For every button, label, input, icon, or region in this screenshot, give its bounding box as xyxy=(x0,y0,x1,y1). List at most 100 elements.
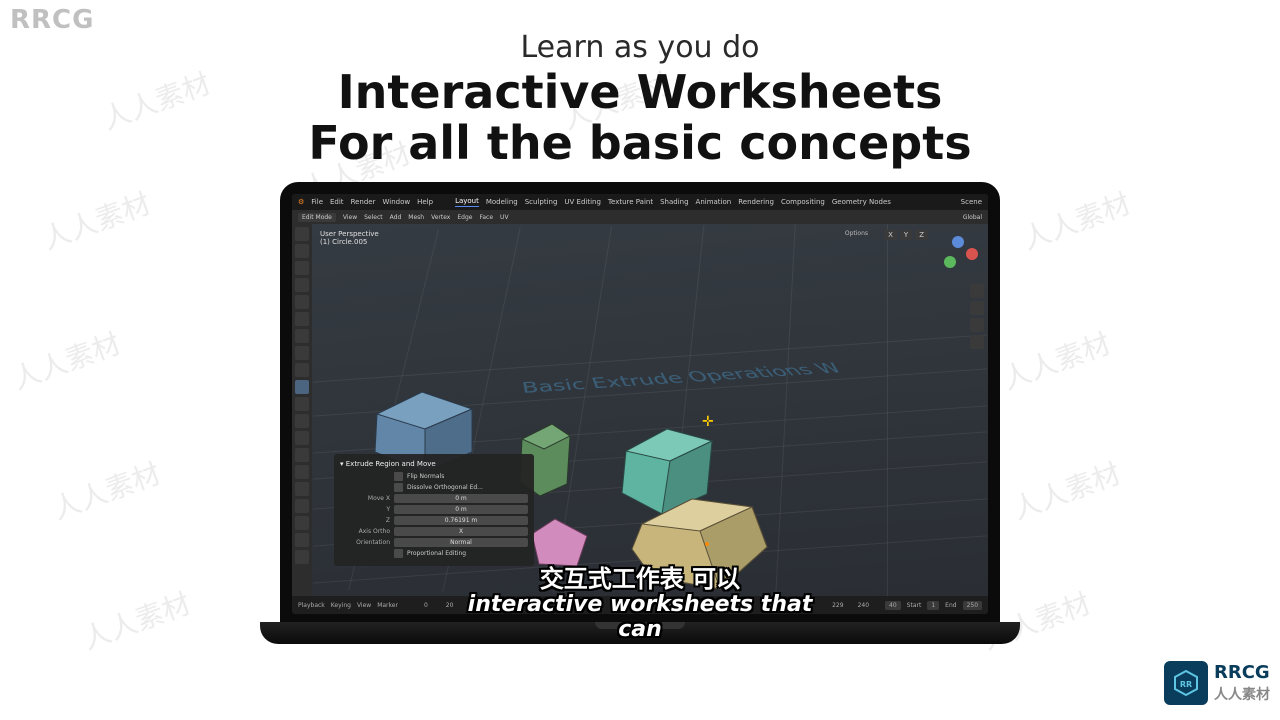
perspective-icon[interactable] xyxy=(970,335,984,349)
laptop-mockup: ⚙ File Edit Render Window Help Layout Mo… xyxy=(280,182,1000,644)
workspace-texpaint[interactable]: Texture Paint xyxy=(608,198,653,206)
tool-shrink-icon[interactable] xyxy=(295,533,309,547)
3d-cursor-icon: ✛ xyxy=(702,414,714,430)
viewport-options[interactable]: Options xyxy=(845,230,868,237)
tool-select-icon[interactable] xyxy=(295,227,309,241)
tool-smooth-icon[interactable] xyxy=(295,499,309,513)
viewport-axis-toggle[interactable]: X Y Z xyxy=(884,230,928,240)
header-add[interactable]: Add xyxy=(390,214,402,221)
timeline-marker[interactable]: Marker xyxy=(377,602,398,609)
dissolve-label: Dissolve Orthogonal Ed... xyxy=(407,484,483,491)
tool-knife-icon[interactable] xyxy=(295,448,309,462)
header-select[interactable]: Select xyxy=(364,214,383,221)
title-line-1: Interactive Worksheets xyxy=(338,67,943,118)
tool-scale-icon[interactable] xyxy=(295,295,309,309)
timeline-playback[interactable]: Playback xyxy=(298,602,325,609)
menu-help[interactable]: Help xyxy=(417,198,433,206)
timeline-tick: 20 xyxy=(446,602,454,609)
axis-z[interactable]: Z xyxy=(915,230,928,240)
tool-annotate-icon[interactable] xyxy=(295,329,309,343)
workspace-compositing[interactable]: Compositing xyxy=(781,198,825,206)
axis-y[interactable]: Y xyxy=(900,230,912,240)
menu-edit[interactable]: Edit xyxy=(330,198,344,206)
timeline-keying[interactable]: Keying xyxy=(331,602,351,609)
workspace-uv[interactable]: UV Editing xyxy=(564,198,601,206)
main-content: Learn as you do Interactive Worksheets F… xyxy=(0,0,1280,720)
timeline-tick: 0 xyxy=(424,602,428,609)
workspace-modeling[interactable]: Modeling xyxy=(486,198,518,206)
camera-icon[interactable] xyxy=(970,318,984,332)
header-view[interactable]: View xyxy=(343,214,357,221)
viewport-label: User Perspective (1) Circle.005 xyxy=(320,230,379,246)
video-subtitle: 交互式工作表 可以 interactive worksheets that ca… xyxy=(460,559,820,642)
workspace-sculpting[interactable]: Sculpting xyxy=(525,198,558,206)
menu-file[interactable]: File xyxy=(311,198,323,206)
timeline-view[interactable]: View xyxy=(357,602,371,609)
workspace-shading[interactable]: Shading xyxy=(660,198,688,206)
proportional-label: Proportional Editing xyxy=(407,550,466,557)
viewport-label-line1: User Perspective xyxy=(320,230,379,238)
orientation-label: Orientation xyxy=(340,539,390,546)
tool-polybuild-icon[interactable] xyxy=(295,465,309,479)
header-mesh[interactable]: Mesh xyxy=(408,214,424,221)
watermark-br-text: RRCG 人人素材 xyxy=(1214,662,1270,704)
operator-panel: ▾ Extrude Region and Move Flip Normals D… xyxy=(334,454,534,566)
move-z-value[interactable]: 0.76191 m xyxy=(394,516,528,525)
viewport-label-line2: (1) Circle.005 xyxy=(320,238,379,246)
flip-normals-checkbox[interactable] xyxy=(394,472,403,481)
tool-extrude-icon[interactable] xyxy=(295,380,309,394)
orientation-value[interactable]: Normal xyxy=(394,538,528,547)
timeline-tick: 240 xyxy=(858,602,869,609)
menu-render[interactable]: Render xyxy=(351,198,376,206)
header-edge[interactable]: Edge xyxy=(457,214,472,221)
menu-window[interactable]: Window xyxy=(382,198,410,206)
tool-transform-icon[interactable] xyxy=(295,312,309,326)
subtitle-english: interactive worksheets that can xyxy=(460,592,820,642)
mode-selector[interactable]: Edit Mode xyxy=(298,213,336,222)
current-frame[interactable]: 40 xyxy=(885,601,901,610)
dissolve-checkbox[interactable] xyxy=(394,483,403,492)
orientation-selector[interactable]: Global xyxy=(963,214,982,221)
move-x-value[interactable]: 0 m xyxy=(394,494,528,503)
tool-slide-icon[interactable] xyxy=(295,516,309,530)
end-value[interactable]: 250 xyxy=(963,601,982,610)
tool-addcube-icon[interactable] xyxy=(295,363,309,377)
tool-rotate-icon[interactable] xyxy=(295,278,309,292)
tool-loopcut-icon[interactable] xyxy=(295,431,309,445)
tool-inset-icon[interactable] xyxy=(295,397,309,411)
laptop-screen: ⚙ File Edit Render Window Help Layout Mo… xyxy=(280,182,1000,622)
blender-body: User Perspective (1) Circle.005 X Y Z Op… xyxy=(292,224,988,596)
header-vertex[interactable]: Vertex xyxy=(431,214,450,221)
axis-x[interactable]: X xyxy=(884,230,897,240)
workspace-animation[interactable]: Animation xyxy=(696,198,732,206)
tool-cursor-icon[interactable] xyxy=(295,244,309,258)
start-value[interactable]: 1 xyxy=(927,601,939,610)
title-line-2: For all the basic concepts xyxy=(308,118,971,169)
header-uv[interactable]: UV xyxy=(500,214,509,221)
pretitle: Learn as you do xyxy=(521,30,760,65)
blender-logo-icon: ⚙ xyxy=(298,198,304,206)
axis-ortho-value[interactable]: X xyxy=(394,527,528,536)
tool-bevel-icon[interactable] xyxy=(295,414,309,428)
axis-ortho-label: Axis Ortho xyxy=(340,528,390,535)
tool-rip-icon[interactable] xyxy=(295,550,309,564)
workspace-rendering[interactable]: Rendering xyxy=(738,198,774,206)
workspace-layout[interactable]: Layout xyxy=(455,197,479,207)
move-y-value[interactable]: 0 m xyxy=(394,505,528,514)
nav-gizmo-icon[interactable] xyxy=(938,234,978,274)
end-label: End xyxy=(945,602,956,609)
toolbar-left xyxy=(292,224,312,596)
tool-move-icon[interactable] xyxy=(295,261,309,275)
tool-measure-icon[interactable] xyxy=(295,346,309,360)
proportional-checkbox[interactable] xyxy=(394,549,403,558)
zoom-icon[interactable] xyxy=(970,284,984,298)
header-face[interactable]: Face xyxy=(479,214,493,221)
workspace-geonodes[interactable]: Geometry Nodes xyxy=(832,198,891,206)
viewport-3d[interactable]: User Perspective (1) Circle.005 X Y Z Op… xyxy=(312,224,988,596)
tool-spin-icon[interactable] xyxy=(295,482,309,496)
scene-selector[interactable]: Scene xyxy=(961,198,982,206)
timeline-tick: 229 xyxy=(832,602,843,609)
pan-icon[interactable] xyxy=(970,301,984,315)
operator-title: ▾ Extrude Region and Move xyxy=(340,460,528,468)
start-label: Start xyxy=(907,602,922,609)
